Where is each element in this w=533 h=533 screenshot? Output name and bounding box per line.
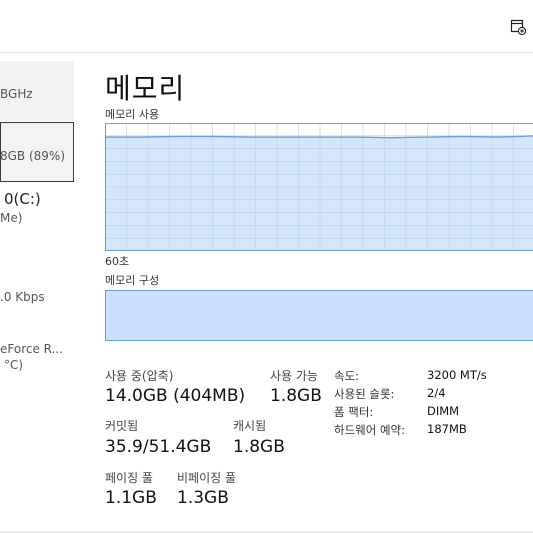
memory-composition-bar — [105, 290, 533, 341]
cached-value: 1.8GB — [233, 437, 285, 457]
slots-used-label: 사용된 슬롯: — [334, 387, 395, 401]
sidebar-item-gpu-sub: °C) — [4, 358, 24, 372]
hardware-reserved-value: 187MB — [427, 422, 467, 436]
nonpaged-pool-value: 1.3GB — [177, 488, 229, 508]
top-bar — [0, 0, 533, 53]
speed-label: 속도: — [334, 369, 360, 383]
available-label: 사용 가능 — [270, 369, 318, 383]
page-title: 메모리 — [105, 72, 186, 105]
sidebar-item-cpu[interactable]: BGHz — [0, 61, 74, 121]
sidebar-item-gpu[interactable]: eForce R... °C) — [0, 333, 74, 383]
paged-pool-label: 페이징 풀 — [105, 471, 153, 485]
in-use-value: 14.0GB (404MB) — [105, 386, 246, 406]
sidebar-item-disk[interactable]: 0(C:) Me) — [0, 185, 74, 235]
in-use-label: 사용 중(압축) — [105, 369, 174, 383]
sidebar-item-disk-label: 0(C:) — [4, 190, 41, 208]
paged-pool-value: 1.1GB — [105, 488, 157, 508]
hardware-reserved-label: 하드웨어 예약: — [334, 423, 406, 437]
sidebar: BGHz 8GB (89%) 0(C:) Me) .0 Kbps eForce … — [0, 53, 76, 533]
memory-composition-label: 메모리 구성 — [105, 274, 160, 287]
sidebar-item-memory[interactable]: 8GB (89%) — [0, 122, 74, 182]
sidebar-item-disk-sub: Me) — [0, 211, 23, 225]
memory-panel: 메모리 메모리 사용 60초 메모리 구성 사용 중(압축) 14.0GB (4… — [76, 53, 533, 533]
sidebar-item-memory-label: 8GB (89%) — [0, 149, 66, 163]
memory-usage-chart — [105, 123, 533, 251]
cached-label: 캐시됨 — [233, 419, 267, 433]
sidebar-item-cpu-label: BGHz — [0, 87, 33, 101]
committed-label: 커밋됨 — [105, 419, 139, 433]
form-factor-label: 폼 팩터: — [334, 405, 374, 419]
available-value: 1.8GB — [270, 386, 322, 406]
slots-used-value: 2/4 — [427, 386, 446, 400]
committed-value: 35.9/51.4GB — [105, 437, 212, 457]
open-window-icon[interactable] — [510, 19, 526, 35]
nonpaged-pool-label: 비페이징 풀 — [177, 471, 237, 485]
time-axis-label: 60초 — [105, 255, 130, 268]
sidebar-item-gpu-label: eForce R... — [0, 342, 64, 356]
sidebar-item-network-label: .0 Kbps — [0, 290, 45, 304]
speed-value: 3200 MT/s — [427, 368, 487, 382]
memory-usage-label: 메모리 사용 — [105, 108, 160, 121]
sidebar-item-network[interactable]: .0 Kbps — [0, 278, 74, 318]
form-factor-value: DIMM — [427, 404, 460, 418]
